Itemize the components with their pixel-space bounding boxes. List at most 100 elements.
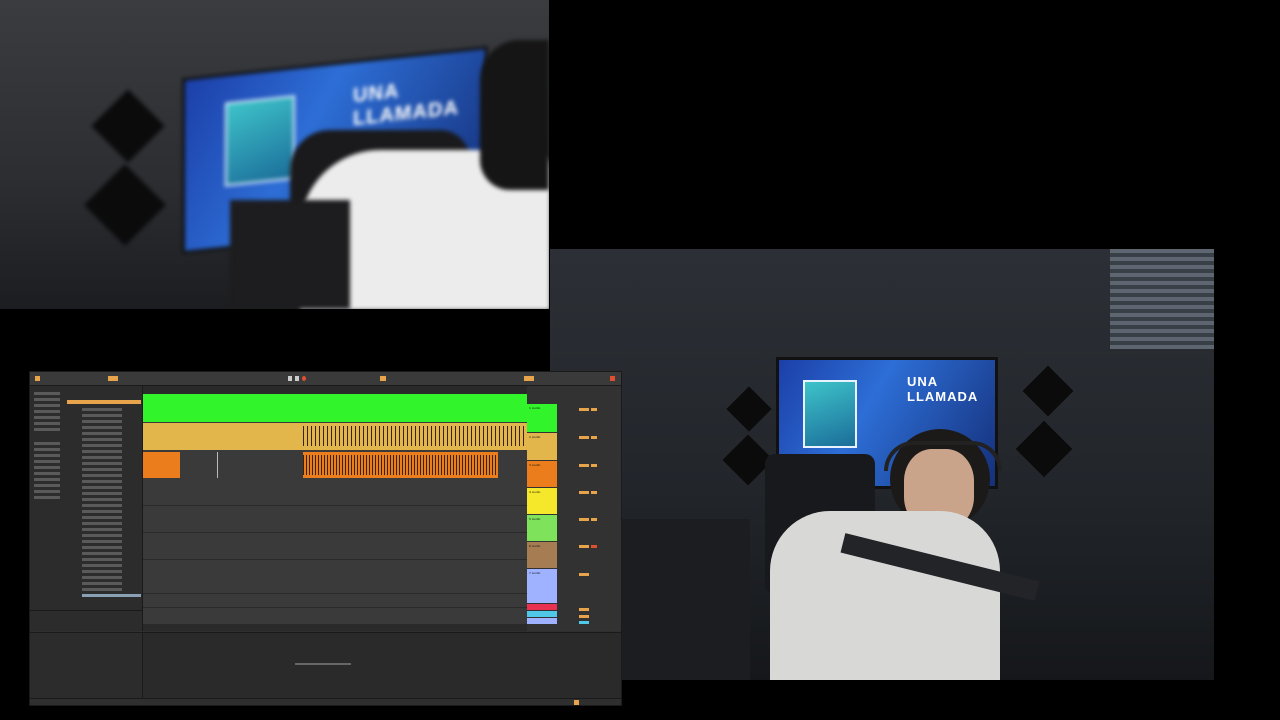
browser-place[interactable]: [34, 460, 60, 463]
play-button[interactable]: [288, 376, 292, 381]
browser-category[interactable]: [34, 398, 60, 401]
browser-file[interactable]: [82, 438, 122, 441]
browser-file[interactable]: [82, 582, 122, 585]
arm-button[interactable]: [591, 545, 597, 548]
metronome-button[interactable]: [108, 376, 118, 381]
record-button[interactable]: [302, 376, 306, 381]
browser-file[interactable]: [82, 444, 122, 447]
browser-place[interactable]: [34, 496, 60, 499]
browser-place[interactable]: [34, 472, 60, 475]
browser-file[interactable]: [82, 432, 122, 435]
track-lane[interactable]: [143, 593, 527, 608]
browser-file[interactable]: [82, 522, 122, 525]
browser-place[interactable]: [34, 484, 60, 487]
track-lane[interactable]: [143, 505, 527, 533]
browser-category[interactable]: [34, 422, 60, 425]
browser-category[interactable]: [34, 416, 60, 419]
audio-clip[interactable]: [143, 394, 527, 422]
browser-file[interactable]: [82, 552, 122, 555]
solo-button[interactable]: [591, 436, 597, 439]
tap-button[interactable]: [35, 376, 40, 381]
track-selector[interactable]: [574, 700, 579, 705]
loop-button[interactable]: [380, 376, 386, 381]
master-activator[interactable]: [579, 621, 589, 624]
solo-button[interactable]: [591, 491, 597, 494]
top-camera-feed: UNA LLAMADA: [0, 0, 549, 309]
browser-file[interactable]: [82, 528, 122, 531]
browser-place[interactable]: [34, 454, 60, 457]
browser-place[interactable]: [34, 490, 60, 493]
track-header[interactable]: 3 Audio: [527, 461, 557, 487]
track-activator[interactable]: [579, 408, 589, 411]
audio-clip[interactable]: [143, 452, 180, 478]
stop-button[interactable]: [295, 376, 299, 381]
browser-file[interactable]: [82, 588, 122, 591]
return-track[interactable]: [527, 604, 557, 610]
track-header[interactable]: 1 Audio: [527, 404, 557, 432]
browser-file[interactable]: [82, 510, 122, 513]
browser-category[interactable]: [34, 392, 60, 395]
browser-category[interactable]: [34, 428, 60, 431]
browser-place[interactable]: [34, 448, 60, 451]
track-header[interactable]: 7 Audio: [527, 569, 557, 603]
track-activator[interactable]: [579, 615, 589, 618]
track-activator[interactable]: [579, 573, 589, 576]
track-activator[interactable]: [579, 436, 589, 439]
browser-file[interactable]: [82, 564, 122, 567]
browser-place[interactable]: [34, 466, 60, 469]
track-lane[interactable]: [143, 532, 527, 560]
track-header[interactable]: 2 Audio: [527, 433, 557, 460]
browser-file[interactable]: [82, 450, 122, 453]
audio-clip[interactable]: [303, 452, 498, 478]
track-name: 1 Audio: [529, 406, 541, 410]
solo-button[interactable]: [591, 408, 597, 411]
track-activator[interactable]: [579, 518, 589, 521]
track-lane[interactable]: [143, 478, 527, 506]
browser-file[interactable]: [82, 468, 122, 471]
track-header[interactable]: 6 Audio: [527, 542, 557, 568]
clip-detail-view[interactable]: [30, 632, 621, 699]
solo-button[interactable]: [591, 464, 597, 467]
browser-file[interactable]: [82, 426, 122, 429]
browser-file[interactable]: [82, 492, 122, 495]
browser-file[interactable]: [82, 474, 122, 477]
browser-file[interactable]: [82, 408, 122, 411]
audio-clip[interactable]: [143, 423, 527, 450]
master-track[interactable]: [527, 618, 557, 624]
browser-place[interactable]: [34, 442, 60, 445]
wall-panel: [83, 163, 167, 247]
browser-file[interactable]: [82, 504, 122, 507]
browser-file[interactable]: [82, 546, 122, 549]
browser-file[interactable]: [82, 456, 122, 459]
browser-file[interactable]: [82, 420, 122, 423]
key-map-button[interactable]: [524, 376, 534, 381]
browser-file[interactable]: [82, 462, 122, 465]
track-lane[interactable]: [143, 559, 527, 594]
browser-place[interactable]: [34, 478, 60, 481]
browser-file[interactable]: [82, 534, 122, 537]
browser-category[interactable]: [34, 410, 60, 413]
browser-category[interactable]: [34, 404, 60, 407]
track-header[interactable]: 4 Audio: [527, 488, 557, 514]
track-header[interactable]: 5 Audio: [527, 515, 557, 541]
browser-file[interactable]: [82, 570, 122, 573]
return-track[interactable]: [527, 611, 557, 617]
arrangement-view[interactable]: [143, 394, 527, 631]
browser-selected-folder[interactable]: [67, 400, 141, 404]
browser-file[interactable]: [82, 558, 122, 561]
time-scroll-bar[interactable]: [143, 624, 527, 631]
browser-file[interactable]: [82, 576, 122, 579]
track-activator[interactable]: [579, 491, 589, 494]
browser-file[interactable]: [82, 480, 122, 483]
browser-file[interactable]: [82, 516, 122, 519]
browser-file[interactable]: [82, 486, 122, 489]
browser-file[interactable]: [82, 414, 122, 417]
solo-button[interactable]: [591, 518, 597, 521]
headphones: [884, 441, 1002, 471]
track-activator[interactable]: [579, 464, 589, 467]
browser-file[interactable]: [82, 498, 122, 501]
track-activator[interactable]: [579, 608, 589, 611]
browser-file[interactable]: [82, 540, 122, 543]
browser-file-selected[interactable]: [82, 594, 141, 597]
track-activator[interactable]: [579, 545, 589, 548]
